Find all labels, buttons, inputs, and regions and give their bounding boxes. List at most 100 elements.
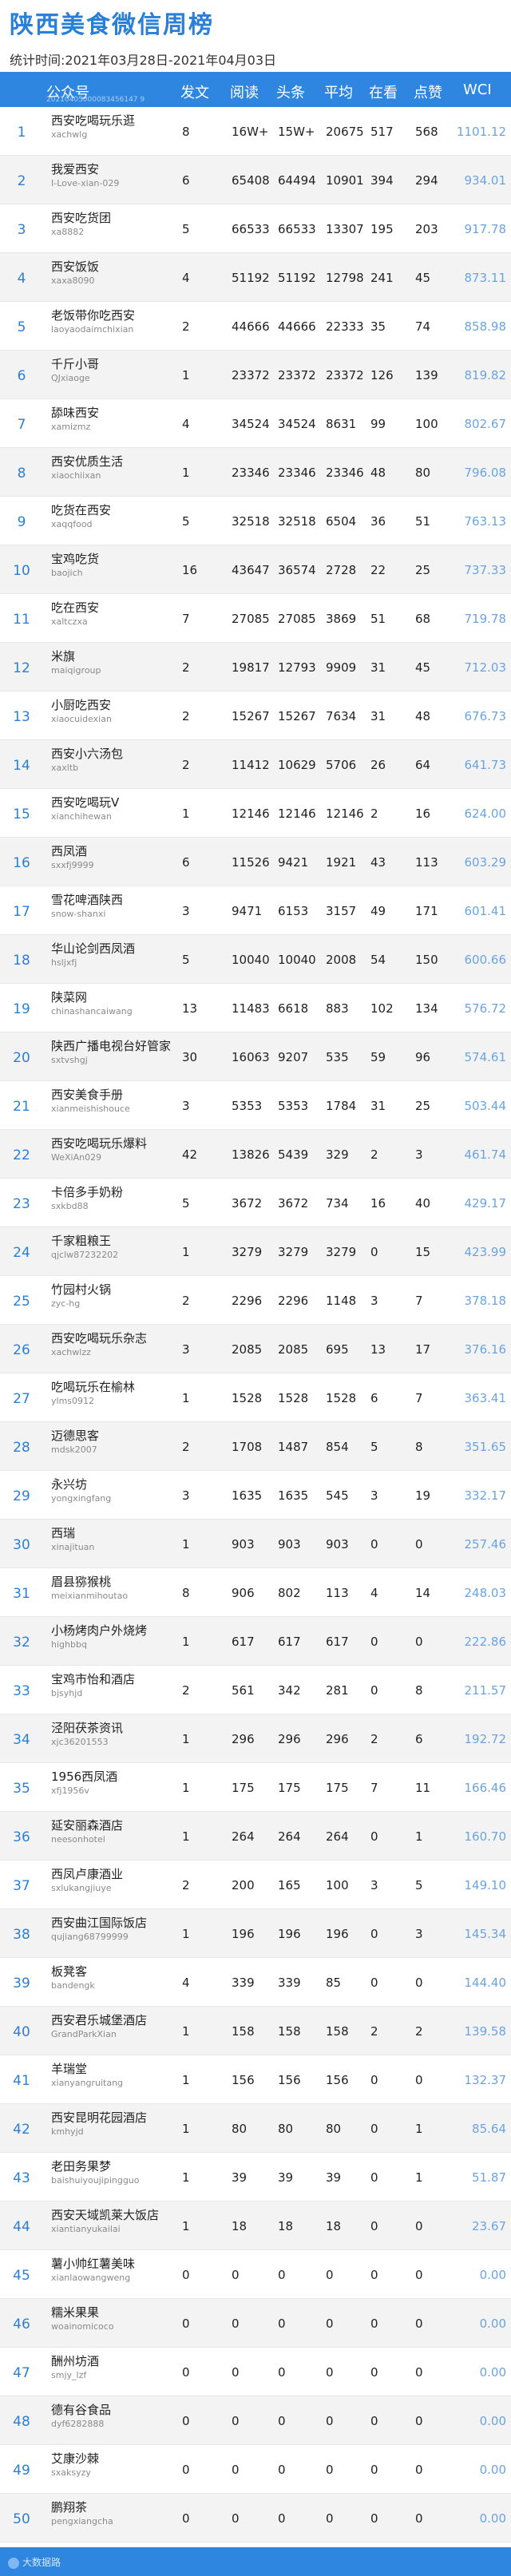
likes-count: 203 xyxy=(415,222,438,236)
posts-count: 1 xyxy=(182,2024,190,2039)
posts-count: 1 xyxy=(182,1927,190,1941)
rank-number: 18 xyxy=(13,953,30,969)
account-id: zyc-hg xyxy=(51,1298,81,1309)
rank-number: 21 xyxy=(13,1099,30,1115)
wci-score: 0.00 xyxy=(479,2365,506,2380)
likes-count: 0 xyxy=(415,2268,423,2282)
watching-count: 102 xyxy=(370,1001,394,1016)
table-row: 48 德有谷食品 dyf6282888 0 0 0 0 0 0 0.00 xyxy=(0,2396,511,2445)
watching-count: 13 xyxy=(370,1342,386,1357)
account-id: pengxiangcha xyxy=(51,2516,113,2526)
likes-count: 74 xyxy=(415,319,431,334)
watching-count: 51 xyxy=(370,612,386,626)
likes-count: 64 xyxy=(415,758,431,772)
table-row: 11 吃在西安 xaltczxa 7 27085 27085 3869 51 68 719.78 xyxy=(0,594,511,643)
posts-count: 3 xyxy=(182,1488,190,1503)
wci-score: 719.78 xyxy=(464,612,507,626)
account-title: 西凤酒 xyxy=(51,844,88,858)
account-id: meixianmihoutao xyxy=(51,1591,129,1601)
wci-score: 351.65 xyxy=(464,1440,507,1454)
account-name: 老田务果梦 baishuiyoujipingguo xyxy=(51,2159,179,2186)
account-title: 华山论剑西凤酒 xyxy=(51,941,136,956)
account-id: xiaochiixan xyxy=(51,470,101,481)
headline-reads: 66533 xyxy=(278,222,316,236)
headline-reads: 2085 xyxy=(278,1342,309,1357)
rank-number: 41 xyxy=(13,2073,30,2089)
wci-score: 574.61 xyxy=(464,1050,507,1064)
reads-count: 200 xyxy=(232,1878,255,1892)
table-row: 14 西安小六汤包 xaxltb 2 11412 10629 5706 26 64 641.73 xyxy=(0,740,511,789)
table-row: 27 吃喝玩乐在榆林 ylms0912 1 1528 1528 1528 6 7 363.41 xyxy=(0,1373,511,1422)
rank-number: 34 xyxy=(13,1732,30,1748)
posts-count: 0 xyxy=(182,2316,190,2331)
account-id: I-Love-xian-029 xyxy=(51,178,120,188)
account-id: GrandParkXian xyxy=(51,2029,117,2039)
likes-count: 1 xyxy=(415,2122,423,2136)
account-id: qjclw87232202 xyxy=(51,1250,119,1260)
reads-count: 1708 xyxy=(232,1440,263,1454)
account-title: 米旗 xyxy=(51,649,76,664)
watching-count: 35 xyxy=(370,319,386,334)
account-id: laoyaodaimchixian xyxy=(51,324,134,335)
average-reads: 0 xyxy=(326,2316,334,2331)
wci-score: 0.00 xyxy=(479,2316,506,2331)
watching-count: 54 xyxy=(370,953,386,967)
average-reads: 100 xyxy=(326,1878,349,1892)
table-row: 36 延安丽森酒店 neesonhotel 1 264 264 264 0 1 160.70 xyxy=(0,1812,511,1861)
date-range: 统计时间:2021年03月28日-2021年04月03日 xyxy=(10,53,277,68)
headline-reads: 64494 xyxy=(278,173,316,188)
headline-reads: 165 xyxy=(278,1878,301,1892)
account-title: 西安吃喝玩乐爆料 xyxy=(51,1136,148,1151)
wci-score: 712.03 xyxy=(464,660,507,675)
headline-reads: 158 xyxy=(278,2024,301,2039)
wci-score: 763.13 xyxy=(464,514,507,529)
headline-reads: 9207 xyxy=(278,1050,309,1064)
posts-count: 2 xyxy=(182,660,190,675)
wci-score: 676.73 xyxy=(464,709,507,723)
posts-count: 0 xyxy=(182,2365,190,2380)
table-row: 49 艾康沙棘 sxaksyzy 0 0 0 0 0 0 0.00 xyxy=(0,2445,511,2494)
posts-count: 3 xyxy=(182,904,190,918)
account-id: xaqqfood xyxy=(51,519,93,529)
table-row: 43 老田务果梦 baishuiyoujipingguo 1 39 39 39 0 1 51.87 xyxy=(0,2153,511,2201)
reads-count: 3279 xyxy=(232,1245,263,1259)
watching-count: 126 xyxy=(370,368,394,382)
reads-count: 16063 xyxy=(232,1050,270,1064)
wci-score: 796.08 xyxy=(464,466,507,480)
watching-count: 517 xyxy=(370,125,394,139)
col-watching: 在看 xyxy=(369,85,398,101)
account-title: 羊瑞堂 xyxy=(51,2062,88,2076)
account-name: 西安昆明花园酒店 kmhyjd xyxy=(51,2110,179,2137)
account-id: neesonhotel xyxy=(51,1834,105,1845)
table-row: 21 西安美食手册 xianmeishishouce 3 5353 5353 1784 31 2… xyxy=(0,1081,511,1130)
account-name: 羊瑞堂 xianyangruitang xyxy=(51,2062,179,2088)
table-row: 5 老饭带你吃西安 laoyaodaimchixian 2 44666 44666 2233… xyxy=(0,302,511,351)
table-row: 1 西安吃喝玩乐逛 xachwlg 8 16W+ 15W+ 20675 517 568 1101.… xyxy=(0,107,511,156)
headline-reads: 10040 xyxy=(278,953,316,967)
average-reads: 734 xyxy=(326,1196,349,1211)
account-name: 西安天域凯莱大饭店 xiantianyukailai xyxy=(51,2208,179,2234)
account-title: 千斤小哥 xyxy=(51,357,100,371)
col-reads: 阅读 xyxy=(230,85,259,101)
posts-count: 1 xyxy=(182,1537,190,1552)
likes-count: 51 xyxy=(415,514,431,529)
account-id: mdsk2007 xyxy=(51,1445,97,1455)
watching-count: 0 xyxy=(370,2219,378,2233)
average-reads: 7634 xyxy=(326,709,357,723)
wci-score: 248.03 xyxy=(464,1586,507,1600)
footer-logo-text: 大数据路 xyxy=(22,2557,61,2568)
likes-count: 11 xyxy=(415,1781,431,1795)
headline-reads: 196 xyxy=(278,1927,301,1941)
posts-count: 5 xyxy=(182,953,190,967)
account-title: 西安饭饭 xyxy=(51,260,100,274)
account-title: 宝鸡市怡和酒店 xyxy=(51,1672,136,1686)
wci-score: 600.66 xyxy=(464,953,507,967)
account-name: 西安吃喝玩V xianchihewan xyxy=(51,795,179,822)
posts-count: 2 xyxy=(182,709,190,723)
watching-count: 0 xyxy=(370,2122,378,2136)
wci-score: 376.16 xyxy=(464,1342,507,1357)
account-title: 西凤卢康酒业 xyxy=(51,1867,124,1881)
account-name: 薯小帅红薯美味 xianlaowangweng xyxy=(51,2257,179,2283)
watching-count: 3 xyxy=(370,1488,378,1503)
likes-count: 0 xyxy=(415,2511,423,2526)
